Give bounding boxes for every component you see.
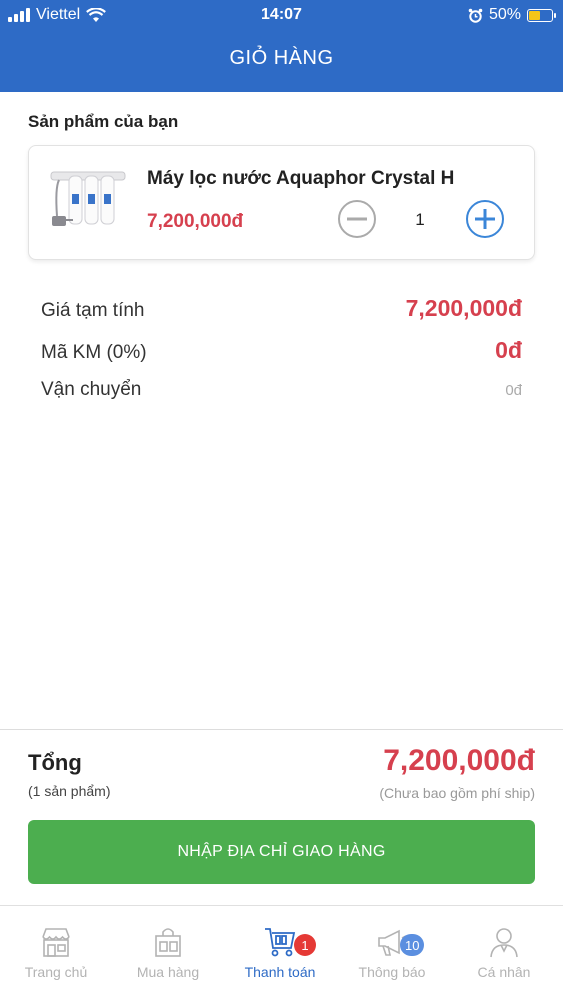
plus-icon: [475, 209, 495, 229]
tab-label: Cá nhân: [477, 964, 531, 980]
total-item-count: (1 sản phẩm): [28, 783, 111, 799]
subtotal-label: Giá tạm tính: [41, 300, 145, 321]
cart-icon: [265, 928, 296, 957]
cart-item-card: Máy lọc nước Aquaphor Crystal H 7,200,00…: [28, 145, 535, 260]
tab-shop[interactable]: Mua hàng: [112, 906, 224, 1000]
battery-icon: [527, 8, 556, 22]
total-label: Tổng: [28, 750, 82, 775]
product-name: Máy lọc nước Aquaphor Crystal H: [147, 168, 455, 189]
tab-profile[interactable]: Cá nhân: [448, 906, 560, 1000]
tab-notifications[interactable]: 10 Thông báo: [336, 906, 448, 1000]
total-divider: [0, 729, 563, 730]
page-title: GIỎ HÀNG: [229, 47, 334, 69]
alarm-icon: [468, 8, 483, 23]
decrease-quantity-button[interactable]: [338, 200, 376, 238]
battery-percent: 50%: [488, 6, 521, 23]
checkout-badge: 1: [294, 934, 316, 956]
increase-quantity-button[interactable]: [466, 200, 504, 238]
quantity-value: 1: [415, 210, 425, 229]
subtotal-value: 7,200,000đ: [405, 295, 522, 321]
minus-icon: [347, 217, 367, 221]
tab-checkout[interactable]: 1 Thanh toán: [224, 906, 336, 1000]
section-label: Sản phẩm của bạn: [28, 112, 179, 131]
tab-label: Mua hàng: [136, 964, 200, 980]
subtotal-row: Giá tạm tính 7,200,000đ: [41, 295, 522, 322]
person-icon: [490, 928, 518, 958]
promo-value: 0đ: [495, 337, 522, 363]
total-amount: 7,200,000đ: [383, 744, 535, 777]
total-note: (Chưa bao gồm phí ship): [379, 785, 535, 801]
product-image: [50, 171, 126, 226]
shipping-row: Vận chuyển 0đ: [41, 379, 522, 401]
status-right: 50%: [468, 6, 556, 24]
product-price: 7,200,000đ: [147, 211, 244, 232]
store-icon: [42, 928, 70, 957]
tab-label: Thông báo: [358, 964, 426, 980]
tab-home[interactable]: Trang chủ: [0, 906, 112, 1000]
top-bar: Viettel 14:07 50% GIỎ HÀNG: [0, 0, 563, 92]
promo-label: Mã KM (0%): [41, 342, 147, 363]
tab-label: Trang chủ: [24, 964, 88, 980]
enter-address-button[interactable]: NHẬP ĐỊA CHỈ GIAO HÀNG: [28, 820, 535, 884]
promo-row: Mã KM (0%) 0đ: [41, 337, 522, 364]
shipping-value: 0đ: [505, 382, 522, 399]
shipping-label: Vận chuyển: [41, 379, 142, 400]
status-bar: Viettel 14:07 50%: [0, 0, 563, 30]
shopping-bag-icon: [155, 928, 181, 957]
bottom-tab-bar: Trang chủ Mua hàng 1 Thanh toán 10 Thông…: [0, 905, 563, 1000]
tab-label: Thanh toán: [244, 964, 316, 980]
notifications-badge: 10: [400, 934, 425, 956]
